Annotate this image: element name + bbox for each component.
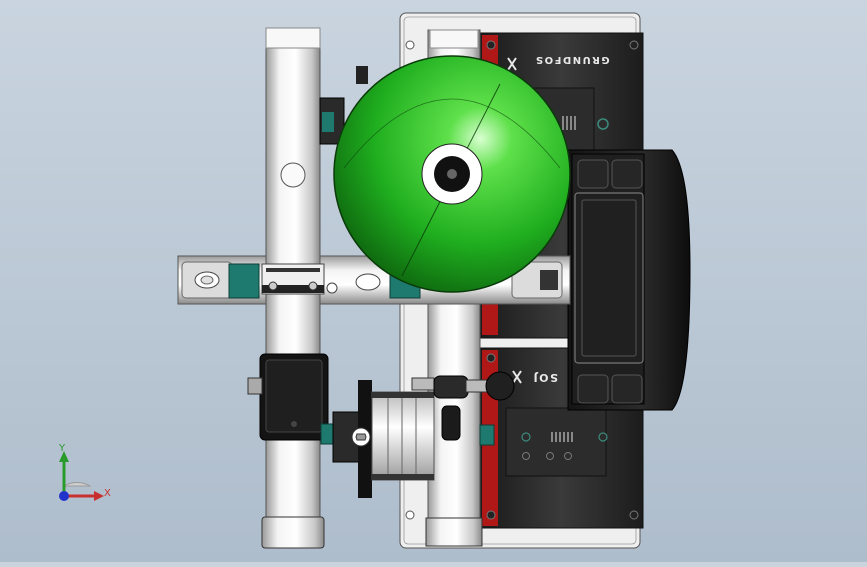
brand-label-bottom: SOJ — [532, 371, 558, 384]
manifold-port — [540, 270, 558, 290]
brand-label-top: GRUNDFOS — [534, 54, 609, 65]
pipe-left[interactable] — [261, 27, 325, 549]
pressure-tank[interactable] — [333, 55, 571, 293]
x-axis-label: X — [104, 488, 111, 499]
indicator-icon — [597, 118, 609, 130]
cad-viewport[interactable]: GRUNDFOS SOJ — [0, 0, 867, 562]
y-axis-label: Y — [58, 443, 66, 454]
pressure-switch[interactable] — [247, 353, 329, 441]
fitting-teal-left — [228, 263, 260, 299]
coordinate-triad: Y X — [48, 440, 118, 510]
view-indicator-icon — [62, 482, 92, 487]
control-box[interactable] — [567, 149, 691, 411]
pipe-clamp — [266, 268, 320, 272]
control-box-cover — [574, 192, 644, 364]
assembly-drawing[interactable]: GRUNDFOS SOJ — [0, 0, 867, 562]
pipe-port — [280, 162, 306, 188]
z-axis-icon — [59, 491, 69, 501]
